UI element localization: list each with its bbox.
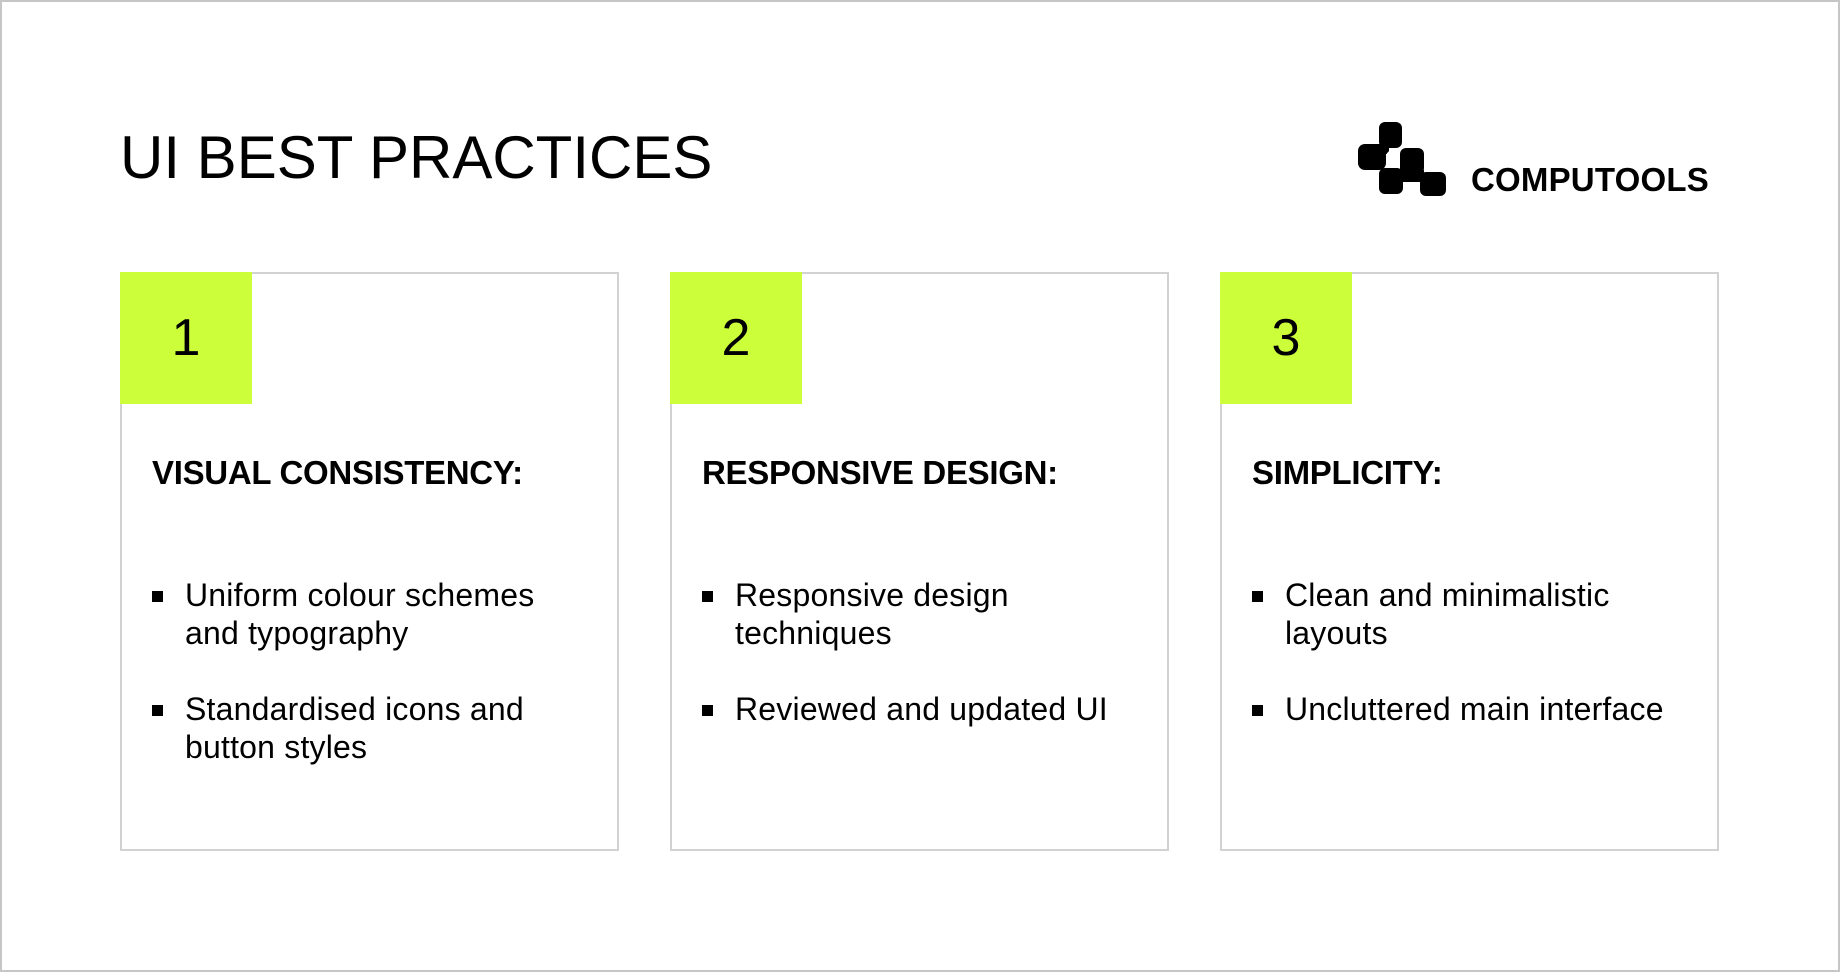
list-item: Uniform colour schemes and typography xyxy=(152,576,597,652)
list-item-text: Uncluttered main interface xyxy=(1285,691,1664,727)
bullet-square-icon xyxy=(1252,591,1263,602)
list-item-text: Clean and minimalistic layouts xyxy=(1285,577,1610,651)
bullet-square-icon xyxy=(152,591,163,602)
practice-card: 1 VISUAL CONSISTENCY: Uniform colour sch… xyxy=(120,272,619,851)
computools-logo-icon xyxy=(1358,122,1446,196)
page-title: UI BEST PRACTICES xyxy=(120,124,713,191)
list-item: Uncluttered main interface xyxy=(1252,690,1697,728)
card-heading: VISUAL CONSISTENCY: xyxy=(152,454,523,491)
card-number-badge: 2 xyxy=(670,272,802,404)
list-item-text: Responsive design techniques xyxy=(735,577,1009,651)
practice-card: 3 SIMPLICITY: Clean and minimalistic lay… xyxy=(1220,272,1719,851)
list-item-text: Reviewed and updated UI xyxy=(735,691,1108,727)
list-item: Responsive design techniques xyxy=(702,576,1147,652)
bullet-square-icon xyxy=(702,591,713,602)
list-item-text: Standardised icons and button styles xyxy=(185,691,524,765)
bullet-square-icon xyxy=(702,705,713,716)
bullet-list: Uniform colour schemes and typography St… xyxy=(152,576,597,804)
bullet-square-icon xyxy=(1252,705,1263,716)
card-number-badge: 1 xyxy=(120,272,252,404)
bullet-list: Clean and minimalistic layouts Unclutter… xyxy=(1252,576,1697,766)
brand-logo xyxy=(1356,118,1448,198)
card-number-badge: 3 xyxy=(1220,272,1352,404)
bullet-list: Responsive design techniques Reviewed an… xyxy=(702,576,1147,766)
bullet-square-icon xyxy=(152,705,163,716)
list-item: Clean and minimalistic layouts xyxy=(1252,576,1697,652)
brand-name: COMPUTOOLS xyxy=(1471,161,1709,198)
list-item: Standardised icons and button styles xyxy=(152,690,597,766)
practice-card: 2 RESPONSIVE DESIGN: Responsive design t… xyxy=(670,272,1169,851)
list-item: Reviewed and updated UI xyxy=(702,690,1147,728)
card-heading: SIMPLICITY: xyxy=(1252,454,1443,491)
card-heading: RESPONSIVE DESIGN: xyxy=(702,454,1058,491)
list-item-text: Uniform colour schemes and typography xyxy=(185,577,535,651)
